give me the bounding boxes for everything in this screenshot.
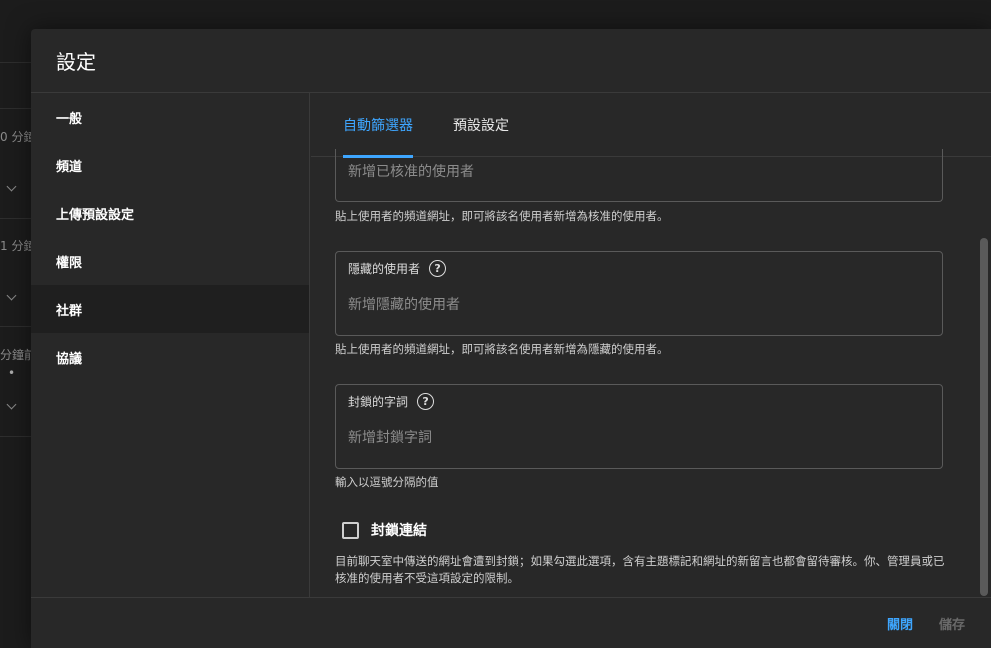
- block-links-row[interactable]: 封鎖連結: [342, 520, 427, 540]
- sidebar-item-label: 上傳預設設定: [56, 207, 135, 223]
- chevron-down-icon: [6, 399, 17, 410]
- blocked-words-label-text: 封鎖的字詞: [348, 395, 409, 409]
- hidden-users-input[interactable]: 隱藏的使用者 ? 新增隱藏的使用者: [335, 251, 943, 336]
- dialog-header: 設定: [31, 29, 991, 93]
- content-scrollbar[interactable]: [980, 238, 988, 596]
- sidebar-item-label: 協議: [56, 351, 83, 367]
- block-links-description: 目前聊天室中傳送的網址會遭到封鎖；如果勾選此選項，含有主題標記和網址的新留言也都…: [335, 554, 945, 585]
- block-links-label: 封鎖連結: [371, 523, 427, 539]
- close-button[interactable]: 關閉: [887, 614, 913, 633]
- help-icon[interactable]: ?: [417, 393, 435, 410]
- hidden-users-placeholder: 新增隱藏的使用者: [348, 297, 460, 313]
- hidden-users-label-text: 隱藏的使用者: [348, 262, 421, 276]
- chevron-down-icon: [6, 290, 17, 301]
- blocked-words-label: 封鎖的字詞 ?: [348, 393, 435, 410]
- dialog-title: 設定: [56, 50, 96, 74]
- chevron-down-icon: [6, 181, 17, 192]
- sidebar-item-label: 一般: [56, 111, 83, 127]
- block-links-checkbox[interactable]: [342, 521, 359, 539]
- sidebar-item-upload-defaults[interactable]: 上傳預設設定: [31, 189, 309, 237]
- sidebar-item-label: 社群: [56, 303, 83, 319]
- blocked-words-input[interactable]: 封鎖的字詞 ? 新增封鎖字詞: [335, 384, 943, 469]
- help-icon[interactable]: ?: [429, 260, 447, 277]
- sidebar-item-community[interactable]: 社群: [31, 285, 309, 333]
- sidebar-item-agreements[interactable]: 協議: [31, 333, 309, 381]
- tab-automated-filters[interactable]: 自動篩選器: [343, 93, 413, 158]
- approved-users-input[interactable]: 新增已核准的使用者: [335, 149, 943, 202]
- hidden-users-label: 隱藏的使用者 ?: [348, 260, 447, 277]
- settings-dialog: 設定 一般 頻道 上傳預設設定 權限 社群 協議 自動篩選器 預設設定 新增已核…: [31, 29, 991, 648]
- save-button[interactable]: 儲存: [939, 614, 965, 633]
- sidebar-item-label: 頻道: [56, 159, 83, 175]
- settings-sidebar: 一般 頻道 上傳預設設定 權限 社群 協議: [31, 93, 310, 597]
- sidebar-item-general[interactable]: 一般: [31, 93, 309, 141]
- blocked-words-help: 輸入以逗號分隔的值: [335, 475, 439, 489]
- sidebar-item-label: 權限: [56, 255, 83, 271]
- approved-users-help: 貼上使用者的頻道網址，即可將該名使用者新增為核准的使用者。: [335, 209, 669, 223]
- sidebar-item-channel[interactable]: 頻道: [31, 141, 309, 189]
- blocked-words-placeholder: 新增封鎖字詞: [348, 430, 432, 446]
- settings-content: 自動篩選器 預設設定 新增已核准的使用者 貼上使用者的頻道網址，即可將該名使用者…: [311, 93, 991, 597]
- sidebar-item-permissions[interactable]: 權限: [31, 237, 309, 285]
- hidden-users-help: 貼上使用者的頻道網址，即可將該名使用者新增為隱藏的使用者。: [335, 342, 669, 356]
- tab-bar: 自動篩選器 預設設定: [311, 93, 991, 158]
- dialog-footer: 關閉 儲存: [31, 597, 991, 648]
- approved-users-placeholder: 新增已核准的使用者: [348, 164, 474, 180]
- tab-defaults[interactable]: 預設設定: [453, 93, 509, 157]
